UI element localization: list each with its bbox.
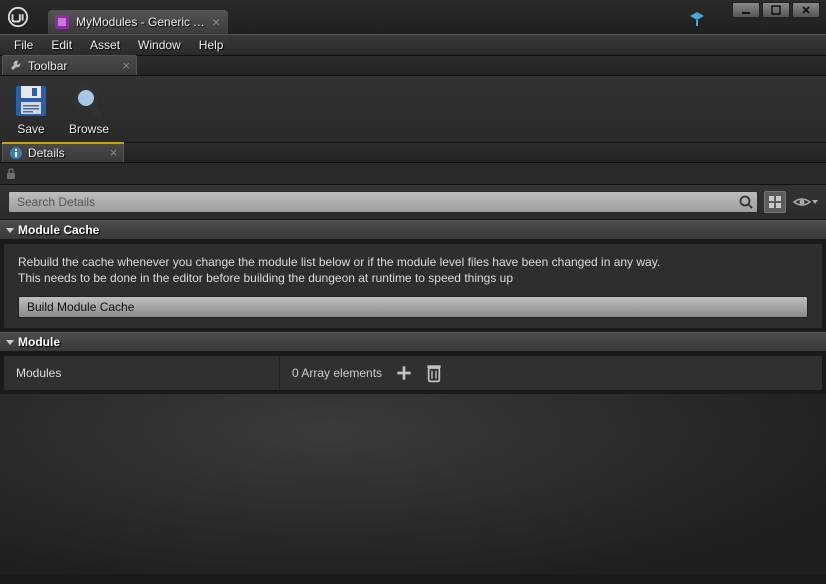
tab-details[interactable]: Details ×	[2, 142, 124, 162]
save-icon	[12, 82, 50, 120]
minimize-button[interactable]	[732, 2, 760, 18]
add-element-button[interactable]	[396, 365, 412, 381]
details-panel: Module Cache Rebuild the cache whenever …	[0, 163, 826, 574]
search-box	[8, 191, 758, 213]
save-label: Save	[17, 122, 44, 136]
close-icon[interactable]: ×	[110, 145, 118, 160]
wrench-icon	[9, 59, 23, 73]
property-name: Modules	[4, 356, 280, 390]
browse-label: Browse	[69, 122, 109, 136]
desc-line-1: Rebuild the cache whenever you change th…	[18, 254, 808, 270]
view-options-button[interactable]	[792, 191, 818, 213]
menu-help[interactable]: Help	[191, 36, 232, 54]
app-logo-icon[interactable]	[0, 0, 36, 34]
search-input[interactable]	[8, 191, 758, 213]
empty-area	[0, 394, 826, 574]
document-title: MyModules - Generic Asset	[76, 15, 206, 29]
category-module-cache-header[interactable]: Module Cache	[0, 220, 826, 240]
menu-bar: File Edit Asset Window Help	[0, 34, 826, 56]
chevron-down-icon	[6, 228, 14, 233]
hint-icon[interactable]	[688, 10, 706, 28]
build-module-cache-button[interactable]: Build Module Cache	[18, 296, 808, 318]
menu-file[interactable]: File	[6, 36, 41, 54]
search-icon[interactable]	[738, 194, 754, 210]
close-icon[interactable]: ×	[212, 15, 220, 29]
title-bar: MyModules - Generic Asset ×	[0, 0, 826, 34]
menu-edit[interactable]: Edit	[43, 36, 80, 54]
close-icon[interactable]: ×	[122, 58, 130, 73]
module-cache-description: Rebuild the cache whenever you change th…	[18, 254, 808, 286]
document-tab[interactable]: MyModules - Generic Asset ×	[48, 10, 228, 34]
toolbar-panel: Save Browse	[0, 76, 826, 143]
browse-icon	[70, 82, 108, 120]
tab-toolbar[interactable]: Toolbar ×	[2, 55, 137, 75]
maximize-button[interactable]	[762, 2, 790, 18]
browse-button[interactable]: Browse	[64, 80, 114, 138]
property-matrix-button[interactable]	[764, 191, 786, 213]
close-window-button[interactable]	[792, 2, 820, 18]
details-search-row	[0, 185, 826, 220]
clear-array-button[interactable]	[426, 365, 442, 381]
category-module-header[interactable]: Module	[0, 332, 826, 352]
window-controls	[732, 2, 820, 18]
info-icon	[9, 146, 23, 160]
category-module-cache-title: Module Cache	[18, 223, 99, 237]
tab-toolbar-label: Toolbar	[28, 59, 67, 73]
lock-icon[interactable]	[4, 167, 18, 181]
details-tabstrip: Details ×	[0, 143, 826, 163]
property-row-modules: Modules 0 Array elements	[4, 356, 822, 390]
tab-details-label: Details	[28, 146, 65, 160]
property-value: 0 Array elements	[280, 356, 822, 390]
array-count-text: 0 Array elements	[292, 366, 382, 380]
details-toolbar	[0, 163, 826, 185]
asset-icon	[54, 14, 70, 30]
category-module-cache-body: Rebuild the cache whenever you change th…	[4, 244, 822, 328]
desc-line-2: This needs to be done in the editor befo…	[18, 270, 808, 286]
menu-asset[interactable]: Asset	[82, 36, 128, 54]
category-module-title: Module	[18, 335, 60, 349]
toolbar-tabstrip: Toolbar ×	[0, 56, 826, 76]
save-button[interactable]: Save	[6, 80, 56, 138]
menu-window[interactable]: Window	[130, 36, 189, 54]
chevron-down-icon	[6, 340, 14, 345]
